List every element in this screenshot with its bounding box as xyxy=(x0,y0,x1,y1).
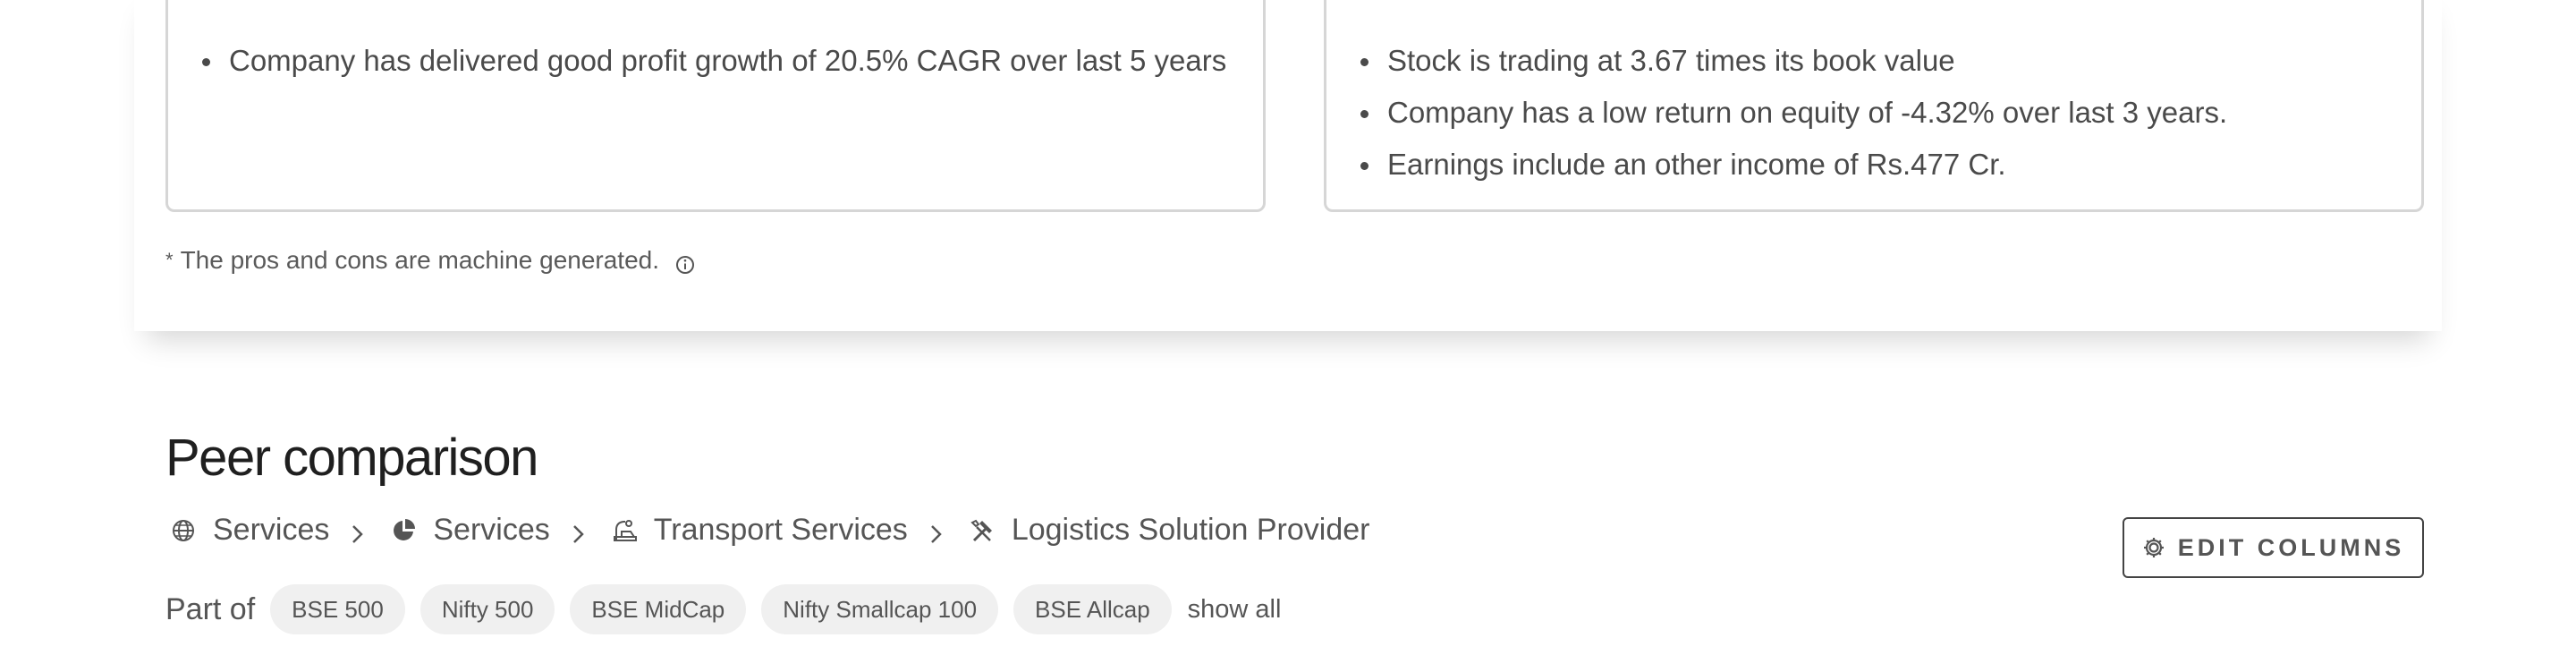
breadcrumb-label: Services xyxy=(213,513,330,547)
index-chip-nifty-500[interactable]: Nifty 500 xyxy=(419,584,555,634)
asterisk: * xyxy=(165,249,174,271)
pros-list: Company has delivered good profit growth… xyxy=(202,35,1226,87)
show-all-link[interactable]: show all xyxy=(1188,595,1282,625)
index-chip-nifty-smallcap-100[interactable]: Nifty Smallcap 100 xyxy=(761,584,999,634)
breadcrumb-label: Transport Services xyxy=(653,513,908,547)
pros-box: Company has delivered good profit growth… xyxy=(165,0,1266,212)
breadcrumb-item-sub-industry[interactable]: Transport Services xyxy=(611,513,969,548)
info-icon[interactable] xyxy=(675,252,695,274)
disclaimer-text: The pros and cons are machine generated. xyxy=(180,246,660,274)
breadcrumb-label: Services xyxy=(433,513,550,547)
cons-item: Company has a low return on equity of -4… xyxy=(1360,87,2227,139)
gear-icon xyxy=(2142,536,2165,559)
part-of-label: Part of xyxy=(165,591,256,626)
pie-chart-icon xyxy=(390,517,417,544)
truck-icon xyxy=(611,517,638,544)
index-chip-bse-allcap[interactable]: BSE Allcap xyxy=(1013,584,1172,634)
page-title: Peer comparison xyxy=(165,429,538,487)
chevron-right-icon xyxy=(928,519,945,543)
edit-columns-button[interactable]: EDIT COLUMNS xyxy=(2123,517,2424,578)
cons-box: Stock is trading at 3.67 times its book … xyxy=(1324,0,2424,212)
pros-item: Company has delivered good profit growth… xyxy=(202,35,1226,87)
tools-icon xyxy=(969,517,996,544)
breadcrumb-item-industry[interactable]: Services xyxy=(390,513,610,548)
chevron-right-icon xyxy=(570,519,588,543)
breadcrumb-label: Logistics Solution Provider xyxy=(1011,513,1370,547)
chevron-right-icon xyxy=(349,519,367,543)
cons-item: Stock is trading at 3.67 times its book … xyxy=(1360,35,2227,87)
cons-item: Earnings include an other income of Rs.4… xyxy=(1360,139,2227,191)
part-of-indices: Part of BSE 500 Nifty 500 BSE MidCap Nif… xyxy=(165,584,1281,634)
breadcrumb: Services Services Transport Services Log… xyxy=(170,513,1369,548)
breadcrumb-item-sector[interactable]: Services xyxy=(170,513,390,548)
breadcrumb-item-basic-industry[interactable]: Logistics Solution Provider xyxy=(969,513,1370,548)
index-chip-bse-midcap[interactable]: BSE MidCap xyxy=(570,584,747,634)
globe-icon xyxy=(170,517,197,544)
machine-generated-note: * The pros and cons are machine generate… xyxy=(165,246,695,275)
cons-list: Stock is trading at 3.67 times its book … xyxy=(1360,35,2227,191)
edit-columns-label: EDIT COLUMNS xyxy=(2177,533,2405,561)
index-chip-bse-500[interactable]: BSE 500 xyxy=(270,584,405,634)
